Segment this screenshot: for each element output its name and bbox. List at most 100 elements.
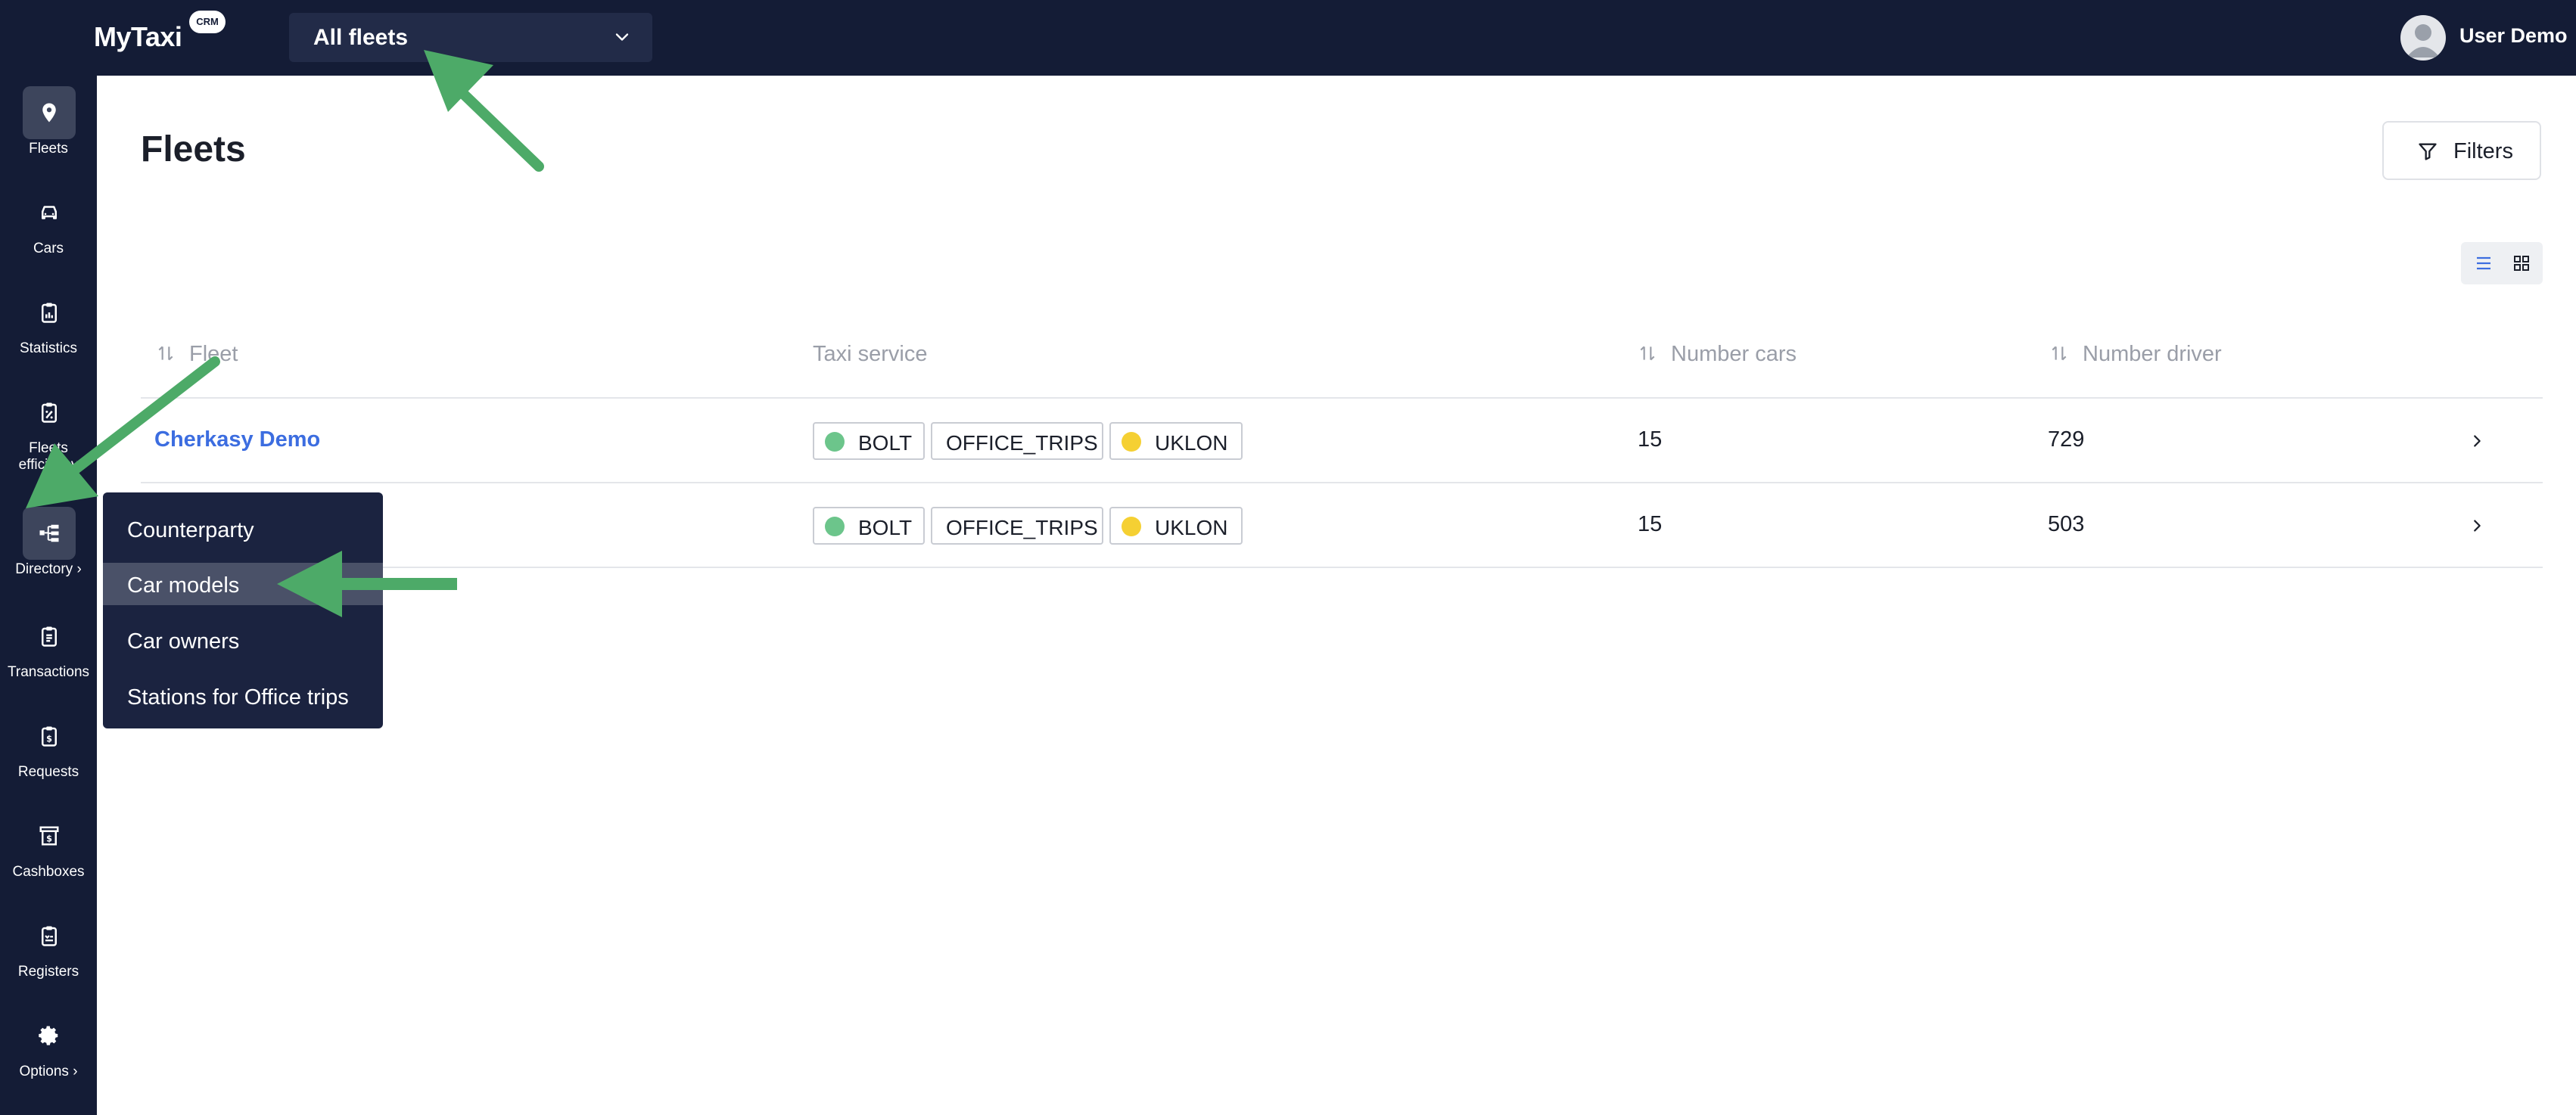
sidebar-icon-box (23, 909, 76, 962)
sort-icon[interactable] (1638, 343, 1657, 363)
menu-item-car-owners[interactable]: Car owners (103, 619, 383, 661)
number-driver-value: 729 (2048, 427, 2085, 452)
uklon-icon (1122, 517, 1141, 536)
cash-register-icon: $ (39, 826, 59, 846)
sidebar-item-options[interactable]: Options › (0, 999, 97, 1089)
service-tag-label: OFFICE_TRIPS (946, 516, 1098, 539)
uklon-icon (1122, 432, 1141, 452)
sidebar-item-fleets-efficiency[interactable]: Fleets efficiency (0, 375, 97, 473)
sidebar-item-label: Transactions (7, 664, 90, 680)
clipboard-chart-icon (42, 303, 57, 323)
sidebar-icon-box: $ (23, 710, 76, 762)
service-tag-office-trips: OFFICE_TRIPS (931, 507, 1103, 545)
fleet-selector[interactable]: All fleets (289, 13, 652, 62)
clipboard-list-icon (42, 626, 57, 647)
sidebar-item-statistics[interactable]: Statistics (0, 275, 97, 366)
service-tag-label: BOLT (858, 431, 913, 455)
number-driver-value: 503 (2048, 512, 2085, 536)
sidebar-icon-box: $ (23, 809, 76, 862)
sidebar-item-label: Registers (17, 964, 79, 980)
column-header-number-driver[interactable]: Number driver (2083, 342, 2222, 367)
menu-item-counterparty[interactable]: Counterparty (103, 508, 383, 550)
sidebar-item-fleets[interactable]: Fleets (0, 76, 97, 166)
user-name[interactable]: User Demo (2459, 24, 2568, 48)
service-tag-bolt: BOLT (813, 507, 925, 545)
car-icon (42, 206, 57, 219)
clipboard-percent-icon (42, 402, 57, 423)
sidebar-icon-box (23, 286, 76, 339)
map-pin-icon (42, 103, 56, 123)
service-tag-label: OFFICE_TRIPS (946, 431, 1098, 455)
sidebar-item-registers[interactable]: Registers (0, 899, 97, 989)
sidebar-item-transactions[interactable]: Transactions (0, 599, 97, 690)
fleet-name-link[interactable]: Cherkasy Demo (154, 427, 320, 452)
grid-view-button[interactable] (2506, 248, 2537, 278)
service-tag-bolt: BOLT (813, 422, 925, 460)
column-header-taxi-service: Taxi service (813, 342, 928, 366)
bolt-icon (825, 517, 845, 536)
table-divider (141, 482, 2543, 483)
hierarchy-icon (39, 524, 59, 542)
number-cars-value: 15 (1638, 427, 1663, 452)
sort-icon[interactable] (2049, 343, 2069, 363)
directory-menu: Counterparty Car models Car owners Stati… (103, 492, 383, 728)
svg-text:$: $ (46, 834, 52, 844)
sidebar-item-label: Requests (17, 764, 79, 780)
clipboard-dollar-icon: $ (42, 726, 57, 747)
sidebar-icon-box (23, 386, 76, 439)
menu-item-label: Stations for Office trips (127, 685, 349, 710)
user-avatar[interactable] (2400, 15, 2446, 61)
service-tag-label: UKLON (1155, 431, 1228, 455)
sidebar-icon-box (23, 86, 76, 139)
sidebar-item-label: Statistics (19, 340, 78, 356)
menu-item-label: Car owners (127, 629, 240, 654)
service-tag-office-trips: OFFICE_TRIPS (931, 422, 1103, 460)
svg-text:$: $ (46, 735, 52, 744)
chevron-right-icon[interactable] (2469, 517, 2485, 534)
sidebar-item-cashboxes[interactable]: $ Cashboxes (0, 799, 97, 890)
menu-item-label: Counterparty (127, 518, 254, 542)
app-logo[interactable]: MyTaxi (94, 21, 182, 53)
page-title: Fleets (141, 129, 246, 169)
service-tag-uklon: UKLON (1109, 422, 1243, 460)
filters-button[interactable]: Filters (2382, 121, 2541, 180)
sidebar-item-label: Directory › (15, 561, 82, 577)
sidebar: Fleets Cars Statistics Fleets efficiency… (0, 76, 97, 1115)
sort-icon[interactable] (156, 343, 176, 363)
sidebar-item-label: Fleets efficiency (18, 440, 79, 473)
gear-icon (39, 1026, 58, 1045)
sidebar-item-label: Cars (33, 241, 64, 256)
top-bar: MyTaxi CRM All fleets User Demo (0, 0, 2576, 76)
crm-badge: CRM (189, 11, 226, 33)
sidebar-item-label: Fleets (29, 141, 68, 157)
list-icon (2477, 256, 2490, 270)
menu-item-label: Car models (127, 573, 240, 598)
annotation-arrows (26, 50, 544, 617)
sidebar-item-cars[interactable]: Cars (0, 175, 97, 266)
sidebar-icon-box (23, 1009, 76, 1062)
sidebar-icon-box (23, 610, 76, 663)
sidebar-item-label: Cashboxes (12, 864, 85, 880)
service-tag-uklon: UKLON (1109, 507, 1243, 545)
menu-item-car-models[interactable]: Car models (103, 563, 383, 605)
number-cars-value: 15 (1638, 512, 1663, 536)
filters-button-label: Filters (2453, 139, 2513, 163)
sidebar-item-requests[interactable]: $ Requests (0, 699, 97, 790)
user-icon (2406, 24, 2440, 57)
list-view-button[interactable] (2469, 248, 2499, 278)
sidebar-item-label: Options › (19, 1064, 78, 1079)
table-divider (141, 567, 2543, 568)
column-header-fleet[interactable]: Fleet (189, 342, 238, 367)
menu-item-stations-office-trips[interactable]: Stations for Office trips (103, 675, 383, 717)
filter-icon (2419, 143, 2437, 160)
service-tag-label: UKLON (1155, 516, 1228, 539)
bolt-icon (825, 432, 845, 452)
sidebar-icon-box (23, 507, 76, 560)
sidebar-item-directory[interactable]: Directory › (0, 499, 97, 590)
chevron-right-icon[interactable] (2469, 433, 2485, 449)
service-tag-label: BOLT (858, 516, 913, 539)
fleet-selector-value: All fleets (313, 25, 409, 50)
column-header-number-cars[interactable]: Number cars (1671, 342, 1797, 367)
grid-icon (2514, 256, 2529, 271)
clipboard-check-icon (42, 926, 57, 946)
